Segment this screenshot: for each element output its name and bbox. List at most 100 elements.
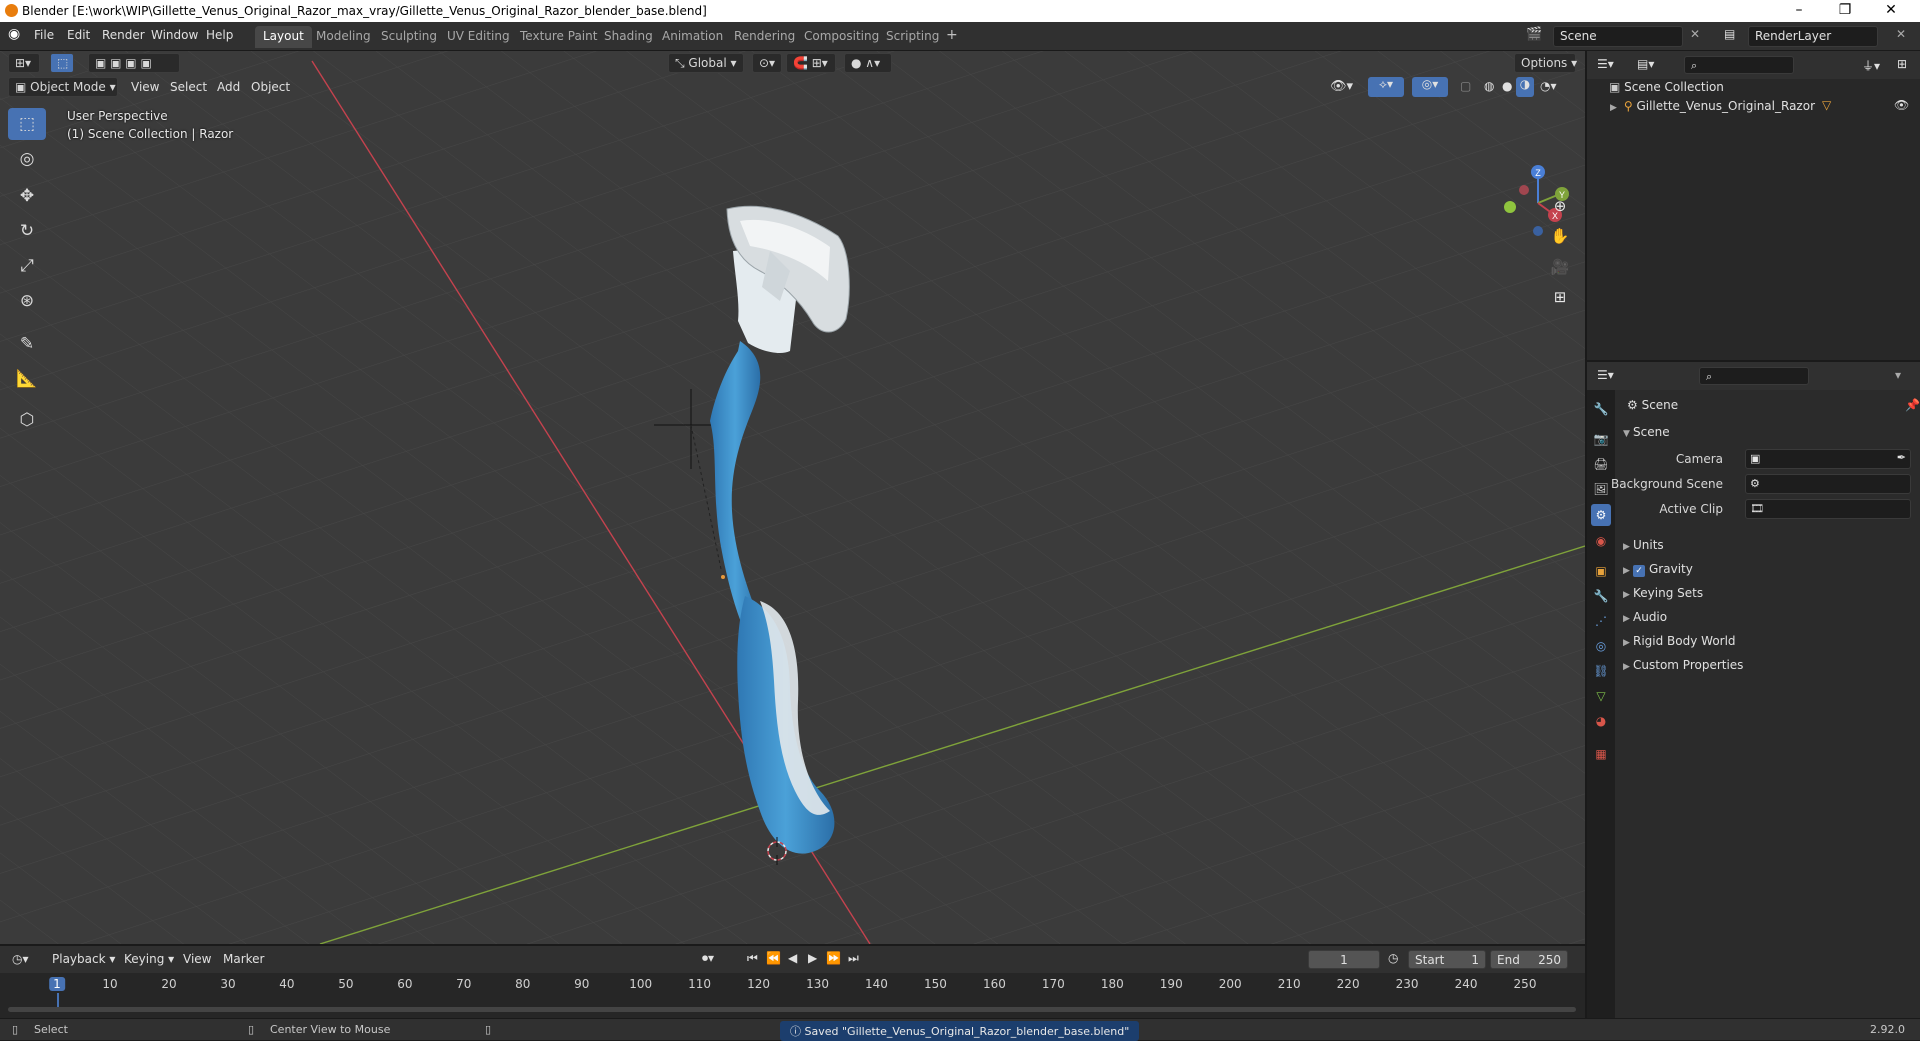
- tab-rendering[interactable]: Rendering: [726, 26, 803, 48]
- properties-editor-icon[interactable]: ☰▾: [1597, 368, 1614, 382]
- timeline-menu-keying[interactable]: Keying ▾: [124, 952, 174, 966]
- snap-button[interactable]: 🧲 ⊞▾: [786, 53, 836, 73]
- menu-help[interactable]: Help: [206, 28, 233, 42]
- gravity-checkbox[interactable]: ✓: [1633, 565, 1645, 577]
- pivot-point-button[interactable]: ⊙▾: [752, 53, 782, 73]
- timeline-menu-marker[interactable]: Marker: [223, 952, 264, 966]
- timeline-tick[interactable]: 210: [1278, 977, 1301, 991]
- section-rigid-body-world[interactable]: ▶ Rigid Body World: [1623, 634, 1736, 648]
- transform-orientation-dropdown[interactable]: ⤡ Global ▾: [668, 53, 744, 73]
- timeline-current-frame-tick[interactable]: 1: [49, 977, 65, 991]
- menu-render[interactable]: Render: [102, 28, 145, 42]
- annotate-tool-icon[interactable]: ✎: [8, 328, 46, 360]
- outliner-editor-icon[interactable]: ☰▾: [1597, 57, 1614, 71]
- timeline-editor-icon[interactable]: ◷▾: [12, 952, 29, 966]
- tab-uv-editing[interactable]: UV Editing: [439, 26, 518, 48]
- tab-scripting[interactable]: Scripting: [878, 26, 947, 48]
- jump-start-button[interactable]: ⏮: [747, 951, 758, 966]
- solid-shading-icon[interactable]: ●: [1502, 79, 1512, 93]
- tab-modeling[interactable]: Modeling: [308, 26, 379, 48]
- close-scene-icon[interactable]: ✕: [1690, 27, 1700, 41]
- section-keying-sets[interactable]: ▶ Keying Sets: [1623, 586, 1703, 600]
- add-cube-tool-icon[interactable]: ⬡: [8, 404, 46, 436]
- blender-menu-icon[interactable]: ◉: [8, 26, 20, 42]
- timeline-tick[interactable]: 160: [983, 977, 1006, 991]
- object-tab-icon[interactable]: ▣: [1591, 560, 1611, 582]
- timeline-tick[interactable]: 250: [1514, 977, 1537, 991]
- visibility-eye-icon[interactable]: 👁: [1894, 98, 1909, 112]
- background-scene-field[interactable]: ⚙: [1745, 474, 1911, 494]
- viewport-menu-select[interactable]: Select: [170, 80, 207, 94]
- scene-panel-header[interactable]: ▼ Scene: [1623, 425, 1670, 439]
- material-shading-icon[interactable]: ◑: [1516, 77, 1534, 97]
- record-button[interactable]: ⏺▾: [702, 951, 714, 966]
- transform-tool-icon[interactable]: ⊛: [8, 285, 46, 317]
- timeline-tick[interactable]: 90: [574, 977, 589, 991]
- timeline-tick[interactable]: 40: [279, 977, 294, 991]
- rotate-tool-icon[interactable]: ↻: [8, 215, 46, 247]
- tab-animation[interactable]: Animation: [654, 26, 731, 48]
- scale-tool-icon[interactable]: ⤢: [8, 250, 46, 282]
- move-tool-icon[interactable]: ✥: [8, 180, 46, 212]
- proportional-edit-button[interactable]: ● ∧▾: [844, 53, 892, 73]
- timeline-tick[interactable]: 80: [515, 977, 530, 991]
- measure-tool-icon[interactable]: 📐: [8, 363, 46, 395]
- minimize-button[interactable]: –: [1776, 2, 1822, 20]
- new-collection-icon[interactable]: ⊞: [1897, 57, 1907, 71]
- outliner-search-input[interactable]: ⌕: [1684, 56, 1794, 74]
- area-divider-right[interactable]: [1587, 360, 1920, 362]
- render-tab-icon[interactable]: 📷: [1591, 428, 1611, 450]
- selection-modes[interactable]: ▣ ▣ ▣ ▣: [88, 53, 180, 73]
- pin-icon[interactable]: 📌: [1905, 398, 1920, 412]
- viewport-3d[interactable]: Z Y X ⊞▾ ⬚ ▣ ▣ ▣ ▣ ⤡ Global ▾ ⊙▾ 🧲 ⊞▾ ● …: [0, 51, 1585, 944]
- select-box-tool-icon[interactable]: ⬚: [8, 108, 46, 140]
- zoom-icon[interactable]: ⊕: [1546, 193, 1574, 219]
- world-tab-icon[interactable]: ◉: [1591, 530, 1611, 552]
- expand-arrow-icon[interactable]: ▶: [1610, 103, 1620, 113]
- display-mode-icon[interactable]: ▤▾: [1637, 57, 1654, 71]
- particles-tab-icon[interactable]: ⋰: [1591, 610, 1611, 632]
- timeline-tick[interactable]: 60: [397, 977, 412, 991]
- end-frame-field[interactable]: End 250: [1490, 950, 1568, 969]
- tab-compositing[interactable]: Compositing: [796, 26, 887, 48]
- timeline-tick[interactable]: 20: [161, 977, 176, 991]
- timeline-tick[interactable]: 70: [456, 977, 471, 991]
- viewport-menu-view[interactable]: View: [131, 80, 159, 94]
- timeline-tick[interactable]: 140: [865, 977, 888, 991]
- eyedropper-icon[interactable]: ✒: [1897, 451, 1906, 464]
- tab-sculpting[interactable]: Sculpting: [373, 26, 445, 48]
- data-tab-icon[interactable]: ▽: [1591, 685, 1611, 707]
- timeline-tick[interactable]: 190: [1160, 977, 1183, 991]
- menu-window[interactable]: Window: [151, 28, 198, 42]
- timeline-tick[interactable]: 10: [102, 977, 117, 991]
- tab-shading[interactable]: Shading: [596, 26, 661, 48]
- section-custom-properties[interactable]: ▶ Custom Properties: [1623, 658, 1743, 672]
- xray-icon[interactable]: ▢: [1460, 79, 1471, 93]
- menu-file[interactable]: File: [34, 28, 54, 42]
- select-mode-icon[interactable]: ⬚: [50, 53, 74, 73]
- timeline-tick[interactable]: 230: [1396, 977, 1419, 991]
- visibility-icon[interactable]: 👁▾: [1330, 79, 1353, 94]
- timeline-tick[interactable]: 30: [220, 977, 235, 991]
- area-divider-bottom[interactable]: [0, 944, 1585, 946]
- timeline-scrollbar[interactable]: [8, 1007, 1576, 1012]
- scene-selector[interactable]: Scene: [1553, 26, 1683, 47]
- timeline-tick[interactable]: 100: [629, 977, 652, 991]
- play-reverse-button[interactable]: ◀: [788, 951, 797, 965]
- preview-range-icon[interactable]: ◷: [1388, 951, 1398, 965]
- timeline-menu-view[interactable]: View: [183, 952, 211, 966]
- viewport-menu-add[interactable]: Add: [217, 80, 240, 94]
- outliner-panel[interactable]: [1587, 51, 1920, 360]
- play-button[interactable]: ▶: [808, 951, 817, 965]
- timeline-tick[interactable]: 240: [1455, 977, 1478, 991]
- current-frame-field[interactable]: 1: [1308, 950, 1380, 969]
- physics-tab-icon[interactable]: ◎: [1591, 635, 1611, 657]
- close-button[interactable]: ✕: [1868, 2, 1914, 20]
- modifier-tab-icon[interactable]: 🔧: [1591, 585, 1611, 607]
- menu-edit[interactable]: Edit: [67, 28, 90, 42]
- viewport-menu-object[interactable]: Object: [251, 80, 290, 94]
- perspective-toggle-icon[interactable]: ⊞: [1546, 284, 1574, 310]
- timeline-tick[interactable]: 50: [338, 977, 353, 991]
- outliner-item-razor[interactable]: ▶ ⚲ Gillette_Venus_Original_Razor: [1610, 99, 1815, 113]
- options-dropdown[interactable]: Options ▾: [1514, 53, 1577, 73]
